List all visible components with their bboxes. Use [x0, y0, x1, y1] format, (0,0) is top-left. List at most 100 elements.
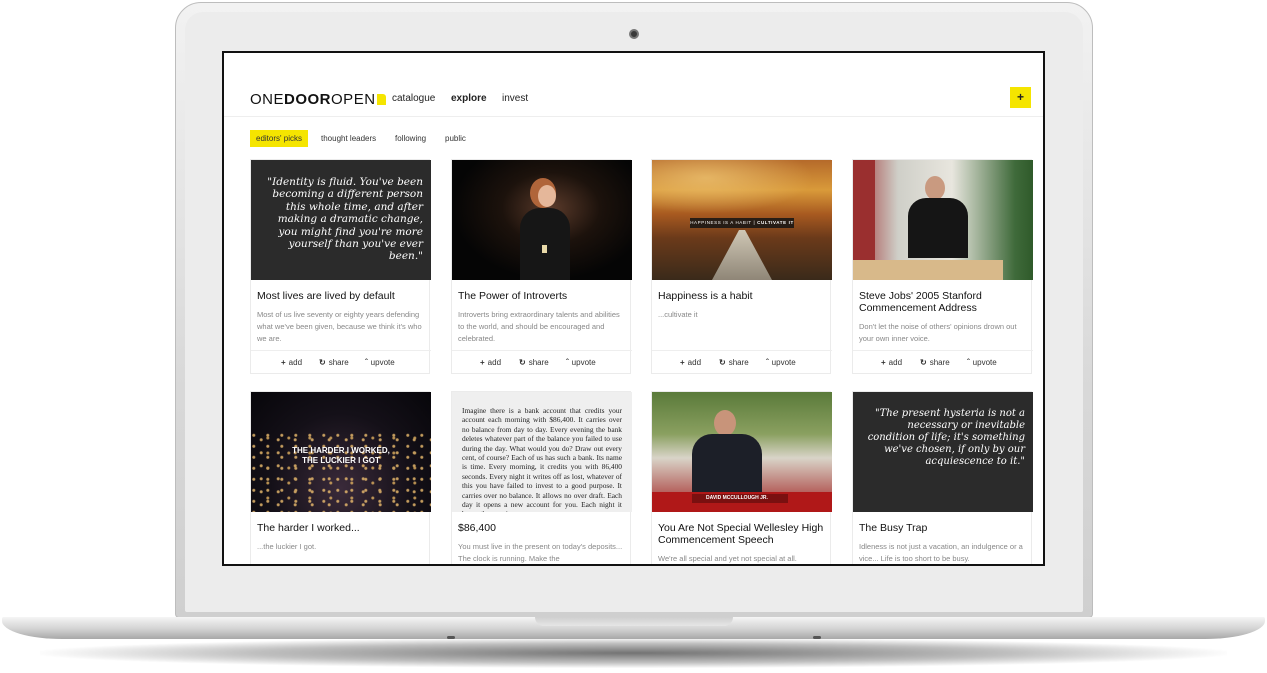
share-action[interactable]: ↻ share	[519, 358, 549, 367]
share-icon: ↻	[519, 358, 526, 367]
share-label: share	[528, 358, 549, 367]
photo-figure	[925, 176, 945, 200]
card-title[interactable]: Most lives are lived by default	[257, 290, 427, 302]
tab-following[interactable]: following	[389, 130, 432, 147]
share-icon: ↻	[719, 358, 726, 367]
upvote-label: upvote	[972, 358, 997, 367]
photo-figure	[908, 198, 968, 258]
laptop-foot	[447, 636, 455, 639]
plus-icon: +	[680, 358, 685, 367]
plus-icon: +	[881, 358, 886, 367]
card[interactable]: HAPPINESS IS A HABIT | CULTIVATE IT Happ…	[651, 159, 832, 374]
logo[interactable]: ONEDOOROPEN	[250, 91, 386, 108]
card-actions: + add ↻ share ˆ upvote	[652, 350, 832, 374]
photo-podium	[853, 260, 1003, 280]
upvote-label: upvote	[771, 358, 796, 367]
image-caption: THE HARDER I WORKED, THE LUCKIER I GOT	[251, 446, 431, 466]
upvote-action[interactable]: ˆ upvote	[365, 358, 395, 367]
laptop-foot	[813, 636, 821, 639]
card-image: "The present hysteria is not a necessary…	[853, 392, 1033, 512]
card-actions: + add ↻ share ˆ upvote	[452, 350, 632, 374]
photo-city-lights	[251, 432, 431, 512]
card-description: You must live in the present on today's …	[458, 542, 623, 563]
card-description: Introverts bring extraordinary talents a…	[458, 310, 620, 343]
add-action[interactable]: + add	[680, 358, 701, 367]
logo-mark	[376, 94, 386, 105]
card-actions: + add ↻ share ˆ upvote	[251, 350, 431, 374]
upvote-action[interactable]: ˆ upvote	[766, 358, 796, 367]
caption-text: THE HARDER I WORKED,	[292, 446, 390, 455]
card-description: ...the luckier I got.	[257, 542, 317, 551]
logo-text: ONE	[250, 91, 285, 108]
upvote-action[interactable]: ˆ upvote	[967, 358, 997, 367]
image-caption: HAPPINESS IS A HABIT | CULTIVATE IT	[690, 218, 794, 228]
card-title[interactable]: The Busy Trap	[859, 522, 1029, 534]
photo-road	[712, 230, 772, 280]
share-icon: ↻	[920, 358, 927, 367]
upvote-icon: ˆ	[365, 358, 368, 367]
card-actions: + add ↻ share ˆ upvote	[853, 350, 1033, 374]
card[interactable]: Steve Jobs' 2005 Stanford Commencement A…	[852, 159, 1033, 374]
caption-text: CULTIVATE IT	[757, 220, 794, 225]
app-header: ONEDOOROPEN catalogue explore invest +	[224, 53, 1043, 117]
card-title[interactable]: $86,400	[458, 522, 628, 534]
add-action[interactable]: + add	[281, 358, 302, 367]
camera-icon	[629, 29, 639, 39]
photo-foliage	[652, 160, 832, 220]
upvote-icon: ˆ	[766, 358, 769, 367]
card-title[interactable]: Steve Jobs' 2005 Stanford Commencement A…	[859, 290, 1029, 314]
logo-text: OPEN	[331, 91, 376, 108]
add-label: add	[888, 358, 903, 367]
add-action[interactable]: + add	[480, 358, 501, 367]
upvote-icon: ˆ	[566, 358, 569, 367]
tab-thought-leaders[interactable]: thought leaders	[315, 130, 382, 147]
share-action[interactable]: ↻ share	[920, 358, 950, 367]
card[interactable]: "The present hysteria is not a necessary…	[852, 391, 1033, 564]
card[interactable]: "Identity is fluid. You've been becoming…	[250, 159, 431, 374]
add-label: add	[288, 358, 303, 367]
laptop-notch	[535, 617, 733, 626]
card-description: We're all special and yet not special at…	[658, 554, 797, 563]
card[interactable]: DAVID MCCULLOUGH JR. You Are Not Special…	[651, 391, 832, 564]
share-label: share	[929, 358, 950, 367]
card-description: Most of us live seventy or eighty years …	[257, 310, 422, 343]
share-label: share	[328, 358, 349, 367]
share-action[interactable]: ↻ share	[719, 358, 749, 367]
add-button[interactable]: +	[1010, 87, 1031, 108]
share-action[interactable]: ↻ share	[319, 358, 349, 367]
photo-figure	[542, 245, 547, 253]
upvote-label: upvote	[571, 358, 596, 367]
card[interactable]: THE HARDER I WORKED, THE LUCKIER I GOT Th…	[250, 391, 431, 564]
card-image	[452, 160, 632, 280]
nav-catalogue[interactable]: catalogue	[392, 93, 435, 104]
upvote-label: upvote	[370, 358, 395, 367]
card[interactable]: Imagine there is a bank account that cre…	[451, 391, 632, 564]
card-description: Don't let the noise of others' opinions …	[859, 322, 1017, 343]
card-title[interactable]: Happiness is a habit	[658, 290, 828, 302]
photo-figure	[714, 410, 736, 436]
card-description: ...cultivate it	[658, 310, 698, 319]
card[interactable]: The Power of Introverts Introverts bring…	[451, 159, 632, 374]
card-title[interactable]: The Power of Introverts	[458, 290, 628, 302]
plus-icon: +	[281, 358, 286, 367]
tab-public[interactable]: public	[439, 130, 472, 147]
nav-invest[interactable]: invest	[502, 93, 528, 104]
card-image: THE HARDER I WORKED, THE LUCKIER I GOT	[251, 392, 431, 512]
nav-explore[interactable]: explore	[451, 93, 487, 104]
caption-text: THE LUCKIER I GOT	[302, 456, 380, 465]
card-title[interactable]: The harder I worked...	[257, 522, 427, 534]
card-image	[853, 160, 1033, 280]
screen: ONEDOOROPEN catalogue explore invest + e…	[222, 51, 1045, 566]
card-image: HAPPINESS IS A HABIT | CULTIVATE IT	[652, 160, 832, 280]
upvote-action[interactable]: ˆ upvote	[566, 358, 596, 367]
card-image: "Identity is fluid. You've been becoming…	[251, 160, 431, 280]
add-action[interactable]: + add	[881, 358, 902, 367]
image-lower-third: DAVID MCCULLOUGH JR.	[692, 494, 788, 503]
photo-figure	[538, 185, 556, 207]
share-icon: ↻	[319, 358, 326, 367]
laptop-shadow	[40, 638, 1227, 668]
card-image: DAVID MCCULLOUGH JR.	[652, 392, 832, 512]
upvote-icon: ˆ	[967, 358, 970, 367]
tab-editors-picks[interactable]: editors' picks	[250, 130, 308, 147]
card-title[interactable]: You Are Not Special Wellesley High Comme…	[658, 522, 828, 546]
